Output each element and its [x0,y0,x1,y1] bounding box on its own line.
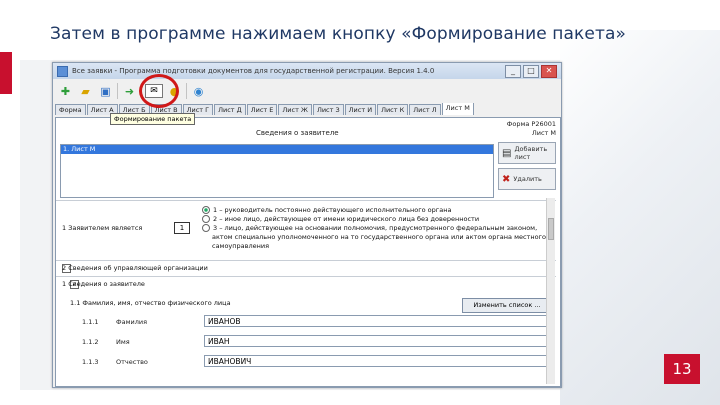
field-num: 1.1.3 [82,358,99,366]
tab-list-l[interactable]: Лист Л [409,104,441,115]
new-icon[interactable]: ✚ [57,83,74,100]
tooltip-form-package: Формирование пакета [110,113,196,125]
form-code-line1: Форма Р26001 [506,120,556,128]
divider [56,200,556,201]
slide-background-decoration [560,30,720,405]
form-code: Форма Р26001 Лист М [507,120,556,138]
applicant-info-label: 1 Сведения о заявителе [62,280,145,288]
name-label: Имя [116,338,130,346]
highlight-circle [139,74,179,108]
tab-list-m[interactable]: Лист М [441,102,474,115]
applicant-label: 1 Заявителем является [62,224,143,232]
slide-title: Затем в программе нажимаем кнопку «Форми… [50,24,626,44]
patronymic-label: Отчество [116,358,148,366]
tab-list-e[interactable]: Лист Е [246,104,278,115]
save-icon[interactable]: ▣ [97,83,114,100]
tab-list-zh[interactable]: Лист Ж [278,104,312,115]
sheet-listbox[interactable]: 1. Лист М [60,144,494,198]
fio-section-label: 1.1 Фамилия, имя, отчество физического л… [70,299,231,307]
select-list-button[interactable]: Изменить список ... [462,298,552,313]
managing-org-label: 2 Сведения об управляющей организации [62,264,208,272]
scrollbar-thumb[interactable] [548,218,554,240]
toolbar: ✚ ▰ ▣ ➜ ✉ ● ◉ [53,74,561,108]
page-number: 13 [664,354,700,384]
radio-option-3-cont: актом специально уполномоченного на то г… [212,233,546,241]
app-window: Все заявки - Программа подготовки докуме… [52,62,562,388]
field-num: 1.1.1 [82,318,99,326]
patronymic-field[interactable]: ИВАНОВИЧ [204,355,550,367]
add-page-icon: ▤ [502,147,512,159]
tab-form[interactable]: Форма [55,104,86,115]
slide-accent-strip [0,52,12,94]
window-title: Все заявки - Программа подготовки докуме… [72,67,435,75]
tab-list-k[interactable]: Лист К [377,104,409,115]
form-code-line2: Лист М [531,129,556,137]
export-icon[interactable]: ➜ [121,83,138,100]
tab-list-d[interactable]: Лист Д [214,104,246,115]
window-controls: _ □ ✕ [505,65,557,78]
radio-button[interactable] [202,224,210,232]
close-button[interactable]: ✕ [541,65,557,78]
add-sheet-label: Добавить лист [514,145,548,161]
radio-button[interactable] [202,206,210,214]
maximize-button[interactable]: □ [523,65,539,78]
field-num: 1.1.2 [82,338,99,346]
minimize-button[interactable]: _ [505,65,521,78]
open-icon[interactable]: ▰ [77,83,94,100]
delete-button[interactable]: ✖ Удалить [498,168,556,190]
section-title: Сведения о заявителе [256,129,339,137]
form-content: Форма Р26001 Лист М Сведения о заявителе… [55,117,561,387]
radio-option-1[interactable]: 1 – руководитель постоянно действующего … [202,206,546,215]
list-item[interactable]: 1. Лист М [61,145,493,154]
radio-option-2[interactable]: 2 – иное лицо, действующее от имени юрид… [202,215,546,224]
window-titlebar: Все заявки - Программа подготовки докуме… [53,63,561,79]
applicant-value-field[interactable]: 1 [174,222,190,234]
radio-button[interactable] [202,215,210,223]
radio-option-3-cont2: самоуправления [212,242,270,250]
surname-field[interactable]: ИВАНОВ [204,315,550,327]
delete-label: Удалить [513,175,542,183]
help-icon[interactable]: ◉ [190,83,207,100]
tab-list-z[interactable]: Лист З [312,104,344,115]
vertical-scrollbar[interactable] [546,198,555,384]
divider [56,276,556,277]
add-sheet-button[interactable]: ▤ Добавить лист [498,142,556,164]
toolbar-separator [186,83,187,99]
divider [56,260,556,261]
surname-label: Фамилия [116,318,147,326]
tab-list-i[interactable]: Лист И [344,104,377,115]
radio-option-3[interactable]: 3 – лицо, действующее на основании полно… [202,224,546,233]
delete-icon: ✖ [502,173,511,185]
toolbar-separator [117,83,118,99]
app-icon [57,65,68,77]
name-field[interactable]: ИВАН [204,335,550,347]
applicant-radio-group: 1 – руководитель постоянно действующего … [202,206,546,251]
